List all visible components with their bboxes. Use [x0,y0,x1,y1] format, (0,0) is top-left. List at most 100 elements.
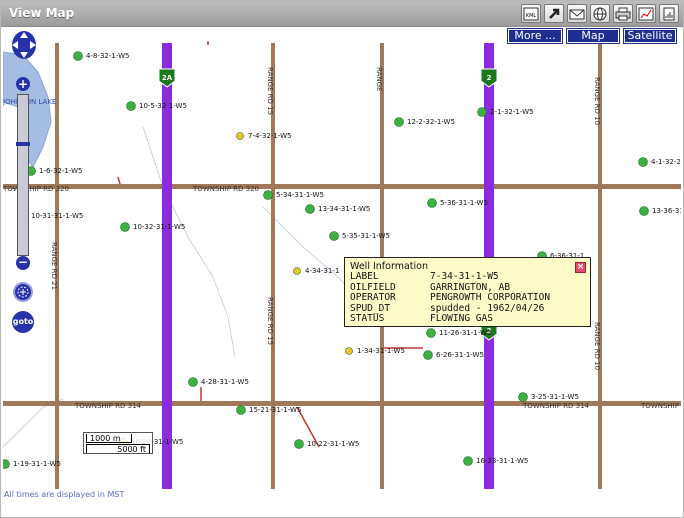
well-marker[interactable] [3,459,10,469]
road-label: TOWNSHIP RD 320 [3,185,69,193]
well-label: 10-32-31-1-W5 [133,223,185,231]
well-marker[interactable] [638,157,648,167]
document-icon [663,7,675,20]
well-label: 4-1-32-2-W5 [651,158,681,166]
well-marker[interactable] [639,206,649,216]
well-marker[interactable] [188,377,198,387]
road-township-320 [3,184,681,189]
print-icon[interactable] [613,4,633,23]
report-icon[interactable] [659,4,679,23]
well-label: 2-1-32-1-W5 [490,108,533,116]
external-link-icon[interactable] [544,4,564,23]
window-title: View Map [9,6,75,20]
scale-imperial: 5000 ft [86,444,150,454]
well-label: 10-31-31-1-W5 [31,212,83,220]
well-label: 13-36-31-2 [652,207,681,215]
road-label: TOWNSHIP RD 314 [522,402,590,410]
well-marker[interactable] [394,117,404,127]
well-label: 10-5-32-1-W5 [139,102,187,110]
well-marker[interactable] [263,190,273,200]
well-label: 13-34-31-1-W5 [318,205,370,213]
scale-bar: 1000 m 5000 ft [83,432,153,454]
road-label: TOWNSHIP RD 314 [74,402,142,410]
well-marker[interactable] [236,405,246,415]
popup-row: LABEL 7-34-31-1-W5 [350,271,499,282]
satellite-button[interactable]: Satellite [623,28,677,44]
crosshair-icon [17,286,29,298]
scale-metric: 1000 m [86,434,132,443]
road-label: TOWNSHIP [640,402,679,410]
well-info-popup: × Well Information LABEL 7-34-31-1-W5 OIL… [344,257,591,327]
envelope-icon [569,9,585,19]
creek [3,398,64,448]
well-marker[interactable] [427,198,437,208]
road-label: RANGE RD 15 [266,297,274,345]
well-marker[interactable] [120,222,130,232]
svg-text:2A: 2A [162,74,173,82]
globe-icon[interactable] [590,4,610,23]
well-label: 7-4-32-1-W5 [248,132,291,140]
well-label: 5-36-31-1-W5 [440,199,488,207]
lake-label: JOHNSON LAKE [3,98,56,106]
well-label: 1-19-31-1-W5 [13,460,61,468]
well-label: 4-34-31-1 [305,267,339,275]
timezone-note: All times are displayed in MST [4,490,125,499]
creek [142,126,236,358]
popup-row: OPERATOR PENGROWTH CORPORATION [350,292,551,303]
arrow-icon [549,8,560,19]
well-label: 3-25-31-1-W5 [531,393,579,401]
well-marker[interactable] [423,350,433,360]
zoom-box-button[interactable] [13,282,33,302]
road-label: TOWNSHIP RD 320 [192,185,259,193]
well-label: 1-6-32-1-W5 [39,167,82,175]
well-label: 5-34-31-1-W5 [276,191,324,199]
well-label: 6-26-31-1-W5 [436,351,484,359]
more-button[interactable]: More ... [507,28,563,44]
well-label: 4-28-31-1-W5 [201,378,249,386]
well-label: 12-2-32-1-W5 [407,118,455,126]
email-icon[interactable] [567,4,587,23]
svg-text:2: 2 [487,74,492,82]
printer-icon [615,7,631,20]
popup-row: STATUS FLOWING GAS [350,313,493,324]
highway-shield-2a: 2A [158,68,176,88]
well-marker[interactable] [463,456,473,466]
well-marker[interactable] [126,101,136,111]
well-marker[interactable] [236,132,244,140]
well-label: 11-26-31-1-W5 [439,329,491,337]
zoom-in-button[interactable]: + [16,77,30,91]
well-marker[interactable] [305,204,315,214]
well-label: 15-21-31-1-W5 [249,406,301,414]
well-label: 16-23-31-1-W5 [476,457,528,465]
highway-shield-2: 2 [480,68,498,88]
well-label: 1-34-31-1-W5 [357,347,405,355]
kml-icon[interactable]: KML [521,4,541,23]
zoom-slider[interactable] [16,94,30,256]
kml-glyph: KML [523,7,539,20]
well-marker[interactable] [345,347,353,355]
road-label: RANGE RD 21 [50,242,58,290]
well-marker[interactable] [329,231,339,241]
road-label: RANGE [375,67,383,91]
well-marker[interactable] [426,328,436,338]
well-marker[interactable] [518,392,528,402]
globe-glyph [593,7,607,20]
well-label: 10-22-31-1-W5 [307,440,359,448]
chart-icon[interactable] [636,4,656,23]
zoom-out-button[interactable]: − [16,256,30,270]
map-viewport[interactable]: 2A 2 2 TOWNSHIP RD 320 TOWNSHIP RD 320 T… [3,27,681,489]
road-label: RANGE RD 10 [593,322,601,370]
well-marker[interactable] [477,107,487,117]
road-label: RANGE RD 15 [266,67,274,115]
goto-button[interactable]: goto [12,311,34,333]
well-label: 5-35-31-1-W5 [342,232,390,240]
well-marker[interactable] [73,51,83,61]
pan-control[interactable] [9,29,39,61]
svg-text:KML: KML [526,13,537,19]
map-button[interactable]: Map [566,28,620,44]
well-marker[interactable] [294,439,304,449]
bar-chart-icon [638,7,654,20]
well-marker[interactable] [293,267,301,275]
zoom-handle[interactable] [16,142,30,146]
close-icon[interactable]: × [575,262,586,273]
